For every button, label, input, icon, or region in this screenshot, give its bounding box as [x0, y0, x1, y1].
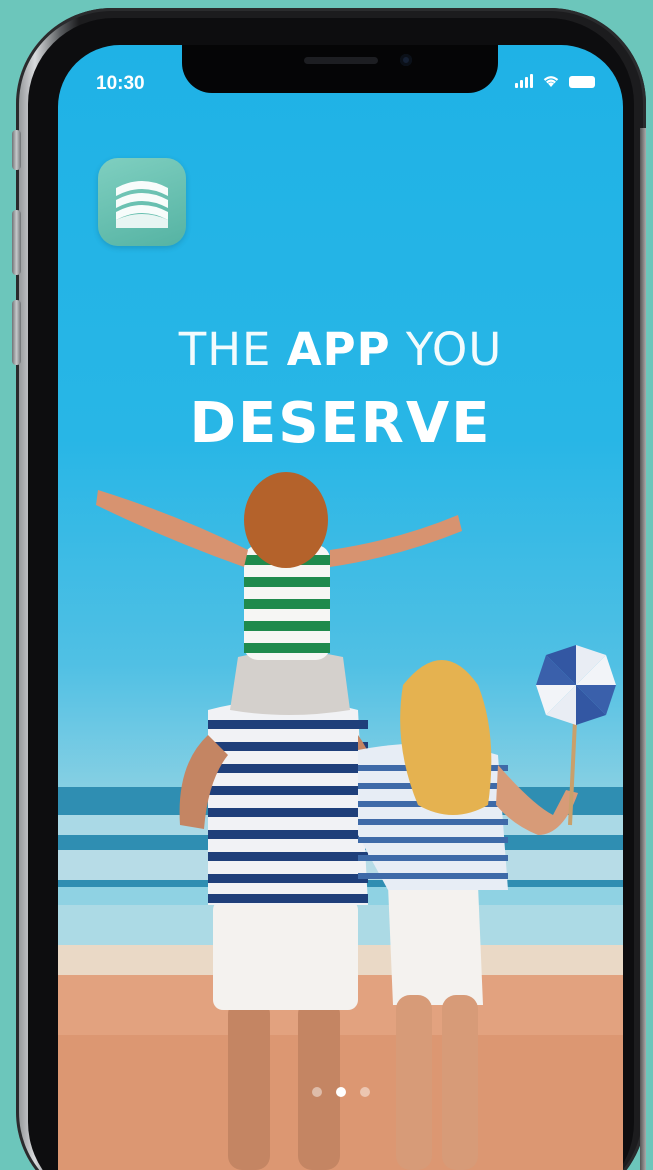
app-screen: 10:30 THE APP YOU DESERVE [58, 45, 623, 1170]
phone-right-edge [640, 128, 646, 1170]
man-shirt-stripes [208, 720, 368, 903]
promo-stage: 10:30 THE APP YOU DESERVE [0, 0, 653, 1170]
man-shorts [213, 900, 358, 1010]
child-left-arm [96, 490, 248, 567]
wifi-icon [543, 76, 559, 87]
pinwheel [536, 645, 616, 725]
headline-the: THE [178, 323, 287, 376]
headline-you: YOU [390, 323, 503, 376]
signal-icon [515, 74, 533, 88]
layered-waves-logo-icon [116, 181, 168, 228]
woman-shorts [388, 885, 483, 1005]
carousel-dot-3[interactable] [359, 1087, 370, 1097]
carousel-dot-2[interactable] [335, 1087, 346, 1097]
notch [182, 45, 498, 93]
carousel-dots[interactable] [58, 1087, 623, 1097]
child-shorts [230, 651, 350, 715]
sand-shade [58, 1035, 623, 1170]
child-right-arm [330, 515, 462, 567]
status-time: 10:30 [96, 73, 145, 94]
child-hair [244, 472, 328, 568]
app-logo-icon [98, 158, 186, 246]
woman-left-leg [396, 995, 432, 1170]
status-icons [515, 73, 595, 88]
headline-line-1: THE APP YOU [58, 323, 623, 376]
woman-hair [400, 660, 492, 815]
man-right-leg [298, 1000, 340, 1170]
woman-right-leg [442, 995, 478, 1170]
man-left-leg [228, 1000, 270, 1170]
mute-switch [12, 130, 21, 170]
front-camera [400, 54, 412, 66]
carousel-dot-1[interactable] [311, 1087, 322, 1097]
volume-up-button [12, 210, 21, 275]
volume-down-button [12, 300, 21, 365]
headline-app: APP [286, 323, 391, 376]
battery-icon [569, 76, 595, 88]
speaker-grille [304, 57, 378, 64]
headline-line-2: DESERVE [189, 391, 492, 456]
